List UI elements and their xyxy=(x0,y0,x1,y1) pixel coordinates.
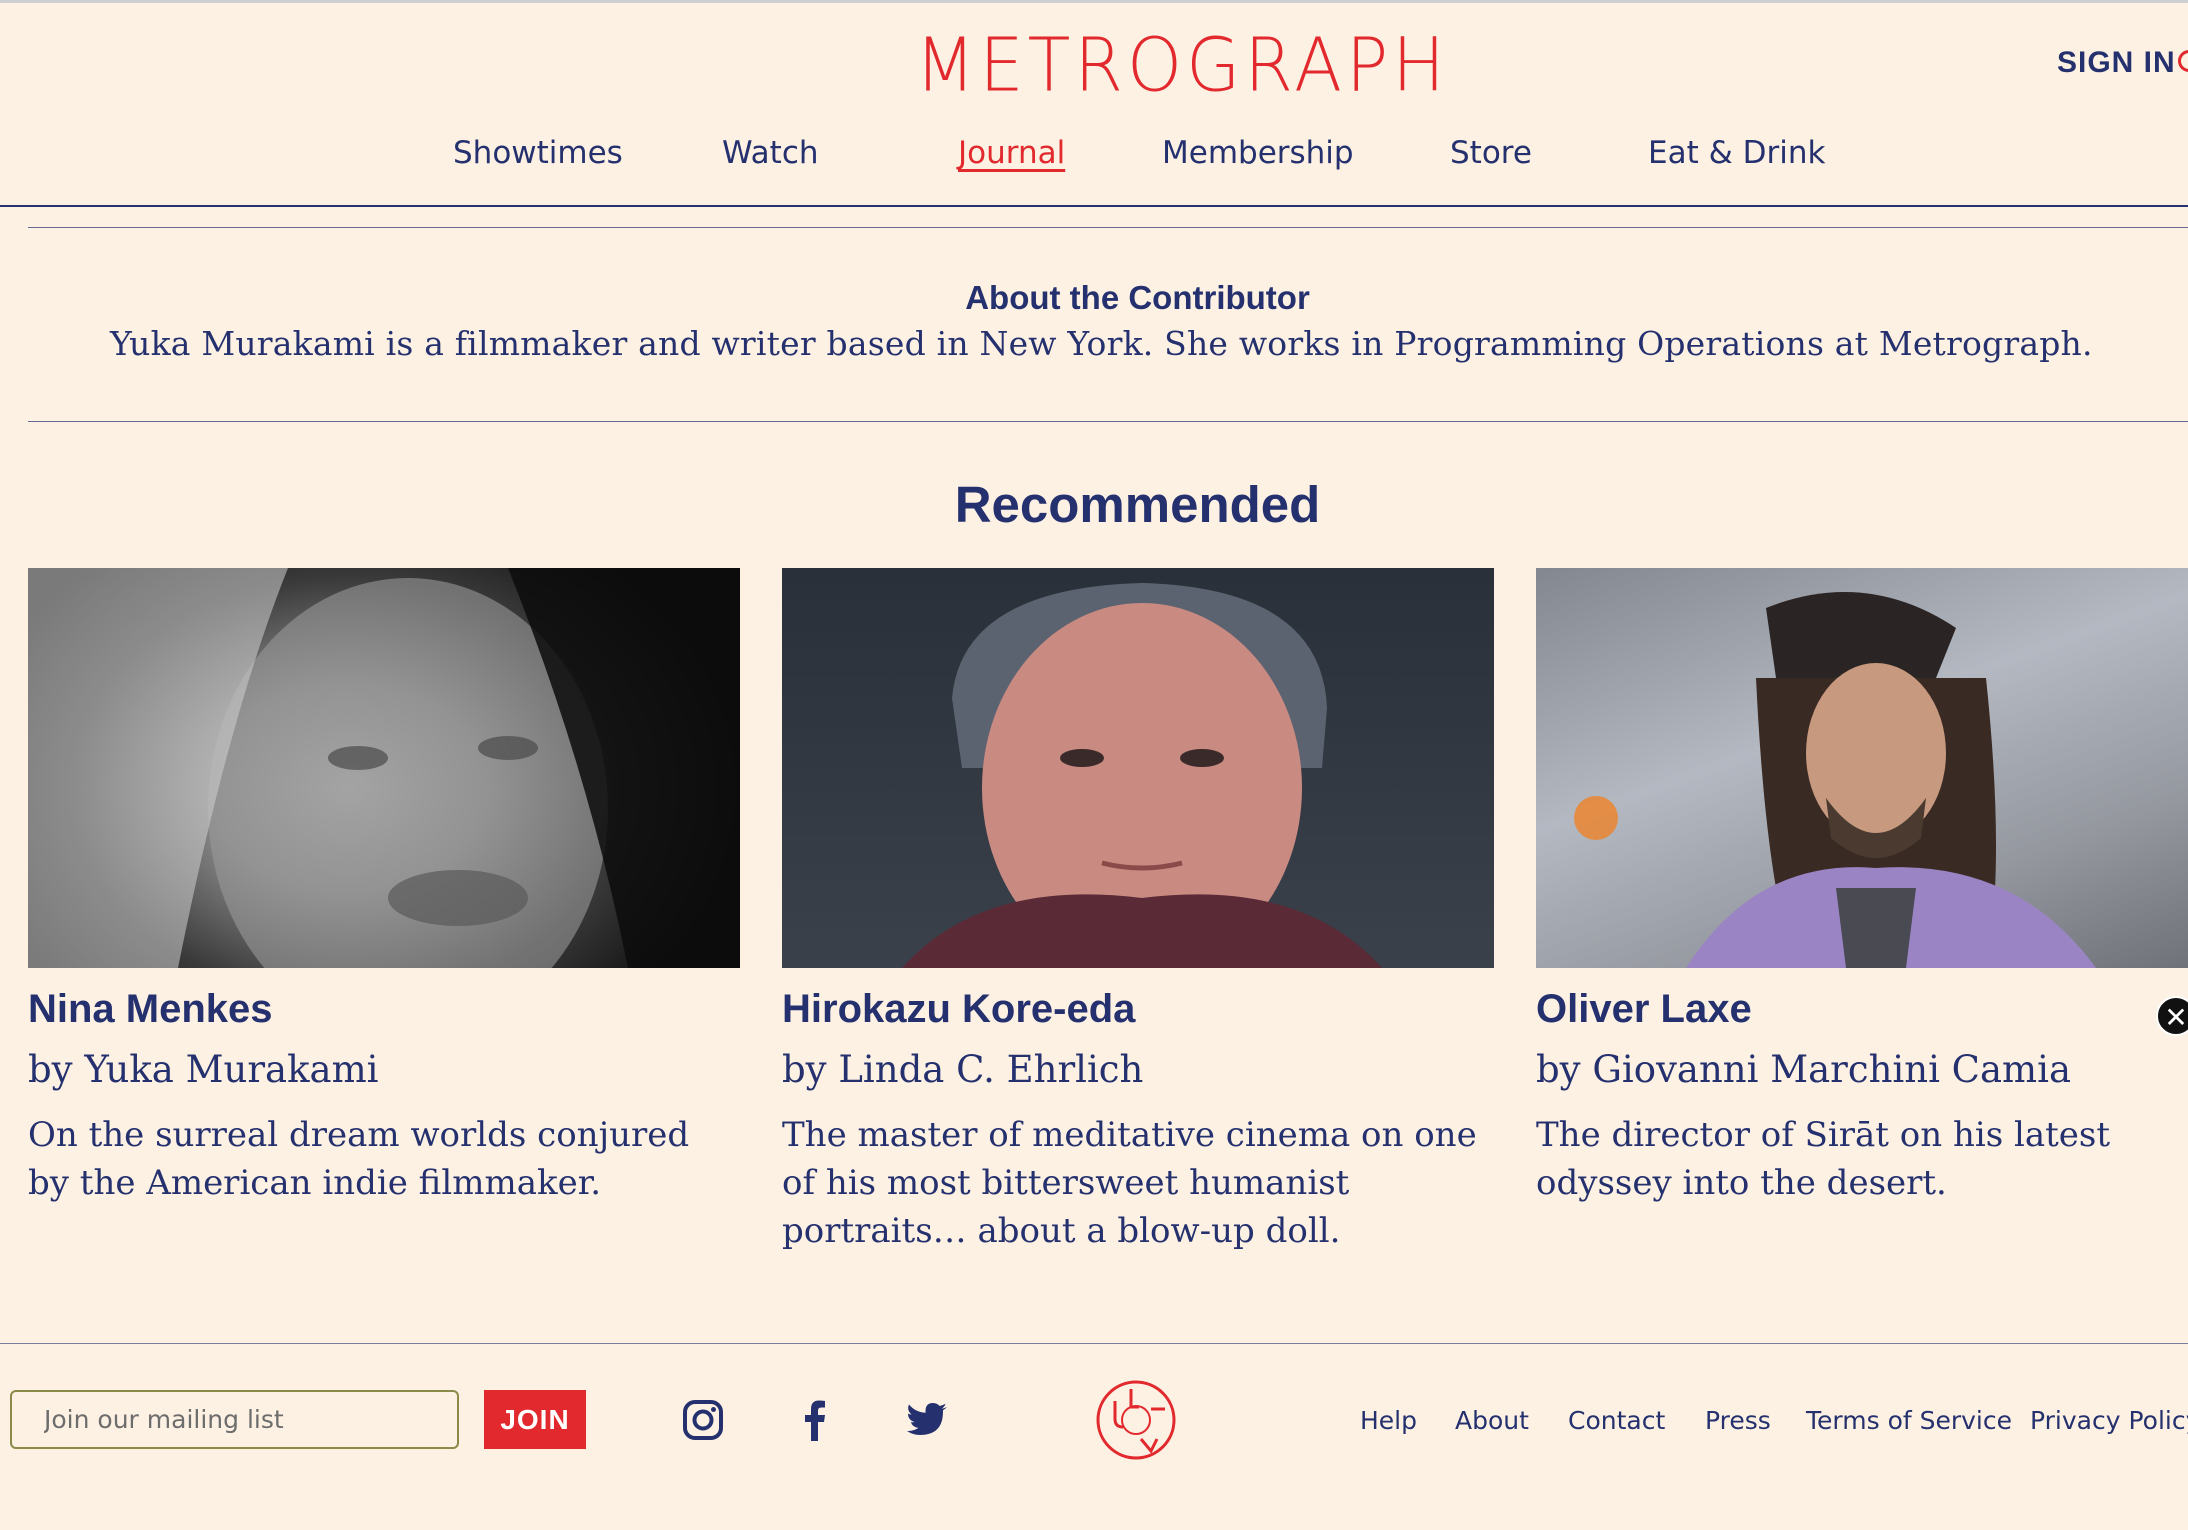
footer-link-contact[interactable]: Contact xyxy=(1568,1406,1665,1435)
sign-in-link[interactable]: SIGN IN xyxy=(2057,46,2176,80)
portrait-image xyxy=(902,583,1382,968)
facebook-icon[interactable] xyxy=(792,1397,838,1443)
contributor-heading: About the Contributor xyxy=(965,279,1310,316)
card-description: The director of Sirāt on his latest odys… xyxy=(1536,1115,2111,1203)
footer-link-help[interactable]: Help xyxy=(1360,1406,1417,1435)
nav-showtimes[interactable]: Showtimes xyxy=(453,135,623,171)
card-title[interactable]: Oliver Laxe xyxy=(1536,985,2188,1033)
portrait-image xyxy=(1536,568,2188,968)
recommended-heading: Recommended xyxy=(954,476,1321,533)
portrait-image xyxy=(28,568,740,968)
nav-membership[interactable]: Membership xyxy=(1162,135,1354,171)
card-author: by Yuka Murakami xyxy=(28,1048,379,1091)
uptown-seal-logo xyxy=(1096,1380,1176,1460)
nav-eat-drink[interactable]: Eat & Drink xyxy=(1648,135,1825,171)
browser-top-edge xyxy=(0,0,2188,3)
recommended-card[interactable]: Oliver Laxe by Giovanni Marchini Camia T… xyxy=(1536,568,2188,1207)
footer-link-press[interactable]: Press xyxy=(1705,1406,1771,1435)
search-icon[interactable] xyxy=(2178,50,2188,72)
nav-store[interactable]: Store xyxy=(1450,135,1532,171)
nav-journal[interactable]: Journal xyxy=(958,135,1065,171)
divider xyxy=(28,227,2188,228)
main-nav: Showtimes Watch Journal Membership Store… xyxy=(0,135,2188,180)
recommended-card[interactable]: Hirokazu Kore-eda by Linda C. Ehrlich Th… xyxy=(782,568,1494,1255)
card-image[interactable] xyxy=(782,568,1494,968)
footer-link-privacy[interactable]: Privacy Policy xyxy=(2030,1406,2188,1435)
card-title[interactable]: Nina Menkes xyxy=(28,985,740,1033)
footer-divider xyxy=(0,1343,2188,1344)
contributor-bio: Yuka Murakami is a filmmaker and writer … xyxy=(110,324,2093,363)
nav-divider xyxy=(0,205,2188,207)
metrograph-logo[interactable]: METROGRAPH xyxy=(915,28,1445,102)
join-button[interactable]: JOIN xyxy=(484,1390,586,1449)
card-image[interactable] xyxy=(1536,568,2188,968)
footer-link-terms[interactable]: Terms of Service xyxy=(1806,1406,2012,1435)
recommended-card[interactable]: Nina Menkes by Yuka Murakami On the surr… xyxy=(28,568,740,1207)
twitter-icon[interactable] xyxy=(904,1397,950,1443)
card-description: The master of meditative cinema on one o… xyxy=(782,1115,1477,1251)
nav-watch[interactable]: Watch xyxy=(722,135,819,171)
card-description: On the surreal dream worlds conjured by … xyxy=(28,1115,690,1203)
card-image[interactable] xyxy=(28,568,740,968)
card-title[interactable]: Hirokazu Kore-eda xyxy=(782,985,1494,1033)
close-icon[interactable]: ✕ xyxy=(2156,996,2188,1036)
footer-link-about[interactable]: About xyxy=(1455,1406,1529,1435)
instagram-icon[interactable] xyxy=(680,1397,726,1443)
card-author: by Giovanni Marchini Camia xyxy=(1536,1048,2072,1091)
card-author: by Linda C. Ehrlich xyxy=(782,1048,1144,1091)
mailing-list-input[interactable] xyxy=(10,1390,459,1449)
divider xyxy=(28,421,2188,422)
